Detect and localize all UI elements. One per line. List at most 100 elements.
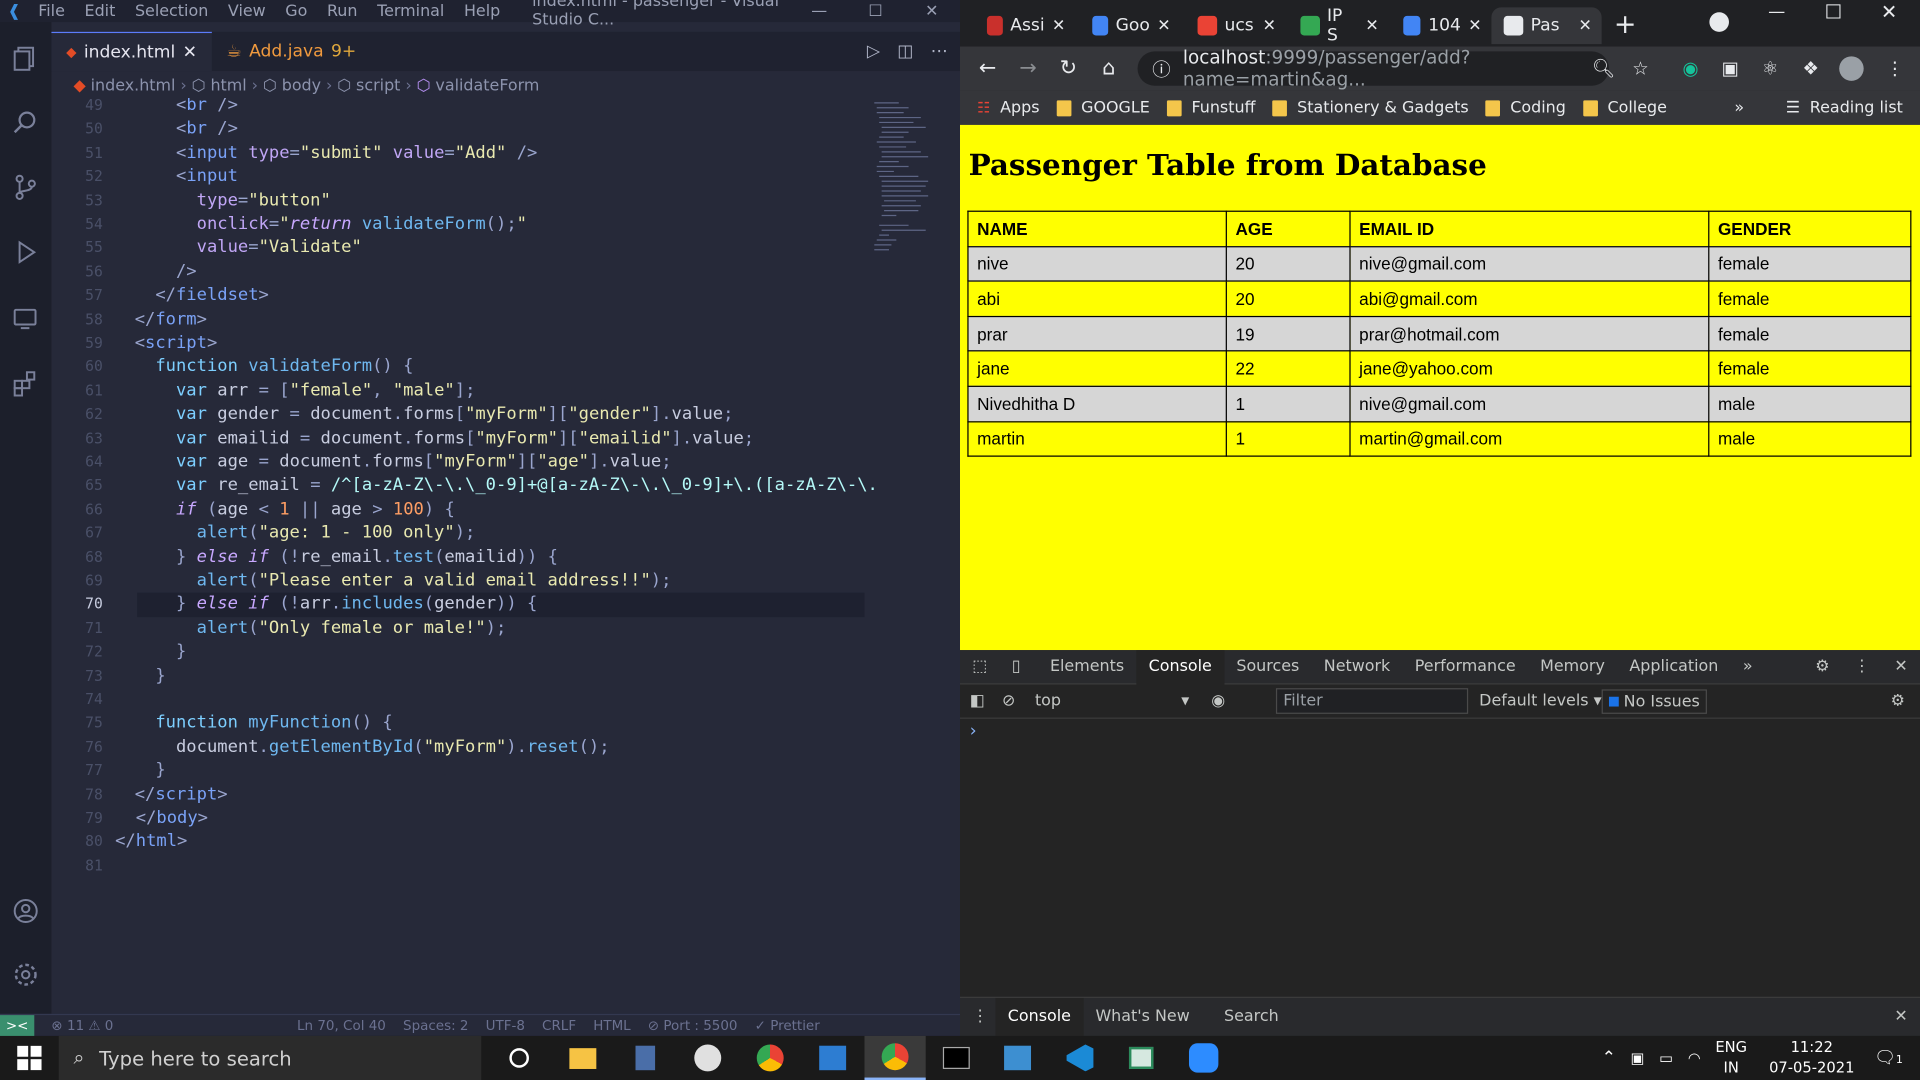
more-actions-icon[interactable]: ⋯ — [931, 42, 948, 62]
line-endings[interactable]: CRLF — [542, 1018, 576, 1034]
devtools-settings-icon[interactable]: ⚙ — [1803, 650, 1842, 684]
clear-console-icon[interactable]: ⊘ — [1002, 692, 1015, 710]
indentation[interactable]: Spaces: 2 — [403, 1018, 468, 1034]
windows-start-icon[interactable] — [17, 1045, 42, 1071]
bookmark-coding[interactable]: Coding — [1485, 99, 1566, 117]
camera-extension-icon[interactable]: ▣ — [1722, 47, 1739, 91]
chrome-active-icon[interactable] — [864, 1035, 926, 1080]
browser-tab[interactable]: ucs ✕ — [1185, 7, 1285, 44]
tab-index-html[interactable]: ◆ index.html ✕ — [51, 31, 212, 72]
remote-explorer-icon[interactable] — [0, 294, 51, 343]
clock[interactable]: 11:22 07-05-2021 — [1769, 1037, 1854, 1079]
bookmark-stationery[interactable]: Stationery & Gadgets — [1272, 99, 1469, 117]
maximize-icon[interactable]: ☐ — [847, 2, 903, 20]
photos-icon[interactable] — [987, 1036, 1048, 1080]
live-server-port[interactable]: ⊘ Port : 5500 — [648, 1018, 738, 1034]
battery-icon[interactable]: ▭ — [1659, 1049, 1673, 1066]
prettier-status[interactable]: ✓ Prettier — [755, 1018, 820, 1034]
bookmark-apps[interactable]: ☷ Apps — [977, 99, 1039, 117]
language-indicator[interactable]: ENG IN — [1715, 1037, 1747, 1079]
bookmark-star-icon[interactable]: ☆ — [1632, 47, 1648, 91]
breadcrumb-item[interactable]: validateForm — [435, 77, 539, 95]
reload-icon[interactable]: ↻ — [1048, 56, 1088, 80]
zoom-icon[interactable] — [1173, 1036, 1234, 1080]
source-control-icon[interactable] — [0, 163, 51, 212]
tab-close-icon[interactable]: ✕ — [1578, 17, 1591, 35]
menu-terminal[interactable]: Terminal — [367, 2, 454, 20]
new-tab-button[interactable]: + — [1614, 10, 1637, 41]
tab-performance[interactable]: Performance — [1403, 650, 1528, 684]
address-bar[interactable]: ⓘ localhost:9999/passenger/add?name=mart… — [1137, 47, 1609, 91]
console-filter-input[interactable]: Filter — [1275, 688, 1469, 714]
devtools-menu-icon[interactable]: ⋮ — [1842, 650, 1882, 684]
code-editor[interactable]: 49 <br /> 50 <br /> 51 <input type="subm… — [51, 98, 960, 1014]
log-levels-dropdown[interactable]: Default levels ▾ — [1479, 692, 1601, 710]
split-editor-icon[interactable]: ◫ — [897, 42, 913, 62]
chrome-icon[interactable] — [740, 1036, 801, 1080]
tab-console[interactable]: Console — [1136, 649, 1225, 684]
explorer-icon[interactable] — [0, 34, 51, 83]
chrome-menu-icon[interactable]: ⋮ — [1886, 47, 1904, 91]
vscode-icon[interactable] — [1049, 1036, 1110, 1080]
browser-tab[interactable]: IP S ✕ — [1288, 6, 1388, 45]
breadcrumb-item[interactable]: script — [356, 77, 400, 95]
app-icon[interactable] — [802, 1036, 863, 1080]
inspect-element-icon[interactable]: ⬚ — [960, 650, 1000, 684]
tab-close-icon[interactable]: ✕ — [1468, 17, 1481, 35]
tab-close-icon[interactable]: ✕ — [183, 42, 197, 62]
breadcrumb-item[interactable]: html — [210, 77, 246, 95]
search-icon[interactable] — [0, 98, 51, 147]
more-bookmarks-button[interactable]: » — [1734, 99, 1744, 117]
browser-tab[interactable]: 104 ✕ — [1391, 7, 1491, 44]
tab-add-java[interactable]: ☕ Add.java 9+ — [212, 32, 371, 71]
bookmark-college[interactable]: College — [1583, 99, 1667, 117]
browser-tab[interactable]: Goo ✕ — [1080, 7, 1180, 44]
breadcrumb-item[interactable]: index.html — [91, 77, 176, 95]
forward-icon[interactable]: → — [1008, 56, 1048, 80]
breadcrumb-item[interactable]: body — [282, 77, 321, 95]
menu-help[interactable]: Help — [454, 2, 510, 20]
browser-tab[interactable]: Assi ✕ — [975, 7, 1075, 44]
console-settings-icon[interactable]: ⚙ — [1891, 692, 1905, 710]
site-info-icon[interactable]: ⓘ — [1152, 56, 1170, 82]
extensions-puzzle-icon[interactable]: ❖ — [1802, 47, 1818, 91]
tab-elements[interactable]: Elements — [1038, 650, 1137, 684]
menu-go[interactable]: Go — [275, 2, 317, 20]
tab-close-icon[interactable]: ✕ — [1365, 17, 1378, 35]
menu-selection[interactable]: Selection — [125, 2, 218, 20]
problems-count[interactable]: ⊗ 11 ⚠ 0 — [51, 1018, 113, 1034]
minimize-icon[interactable]: — — [1768, 2, 1785, 22]
remote-indicator[interactable]: >< — [0, 1014, 35, 1037]
menu-view[interactable]: View — [218, 2, 275, 20]
sidebar-toggle-icon[interactable]: ◧ — [970, 692, 985, 710]
browser-tab-active[interactable]: Pas ✕ — [1491, 7, 1602, 45]
drawer-close-icon[interactable]: ✕ — [1894, 1008, 1907, 1026]
live-expression-eye-icon[interactable]: ◉ — [1211, 692, 1225, 710]
extensions-icon[interactable] — [0, 359, 51, 408]
menu-run[interactable]: Run — [317, 2, 367, 20]
reading-list-button[interactable]: ☰ Reading list — [1786, 99, 1903, 117]
terminal-icon[interactable] — [926, 1036, 987, 1080]
menu-edit[interactable]: Edit — [75, 2, 125, 20]
tab-close-icon[interactable]: ✕ — [1157, 17, 1170, 35]
tab-network[interactable]: Network — [1312, 650, 1403, 684]
encoding[interactable]: UTF-8 — [486, 1018, 525, 1034]
devtools-close-icon[interactable]: ✕ — [1882, 650, 1920, 684]
device-icon[interactable]: ▣ — [1631, 1049, 1645, 1066]
drawer-tab-console[interactable]: Console — [995, 997, 1084, 1036]
app-icon[interactable] — [677, 1036, 738, 1080]
grammarly-icon[interactable]: ◉ — [1682, 47, 1698, 91]
tab-memory[interactable]: Memory — [1528, 650, 1617, 684]
minimize-icon[interactable]: — — [791, 2, 847, 20]
bookmark-google[interactable]: GOOGLE — [1056, 99, 1150, 117]
wifi-icon[interactable]: ◠ — [1688, 1049, 1701, 1066]
chevron-up-icon[interactable]: ⌃ — [1602, 1048, 1616, 1068]
settings-gear-icon[interactable] — [0, 950, 51, 999]
menu-file[interactable]: File — [28, 2, 74, 20]
run-icon[interactable]: ▷ — [867, 42, 880, 62]
drawer-tab-search[interactable]: Search — [1212, 1000, 1291, 1034]
context-selector[interactable]: top ▾ — [1035, 692, 1189, 710]
tab-search-icon[interactable] — [1709, 12, 1729, 32]
drawer-menu-icon[interactable]: ⋮ — [972, 1008, 988, 1026]
profile-avatar[interactable] — [1839, 56, 1864, 81]
